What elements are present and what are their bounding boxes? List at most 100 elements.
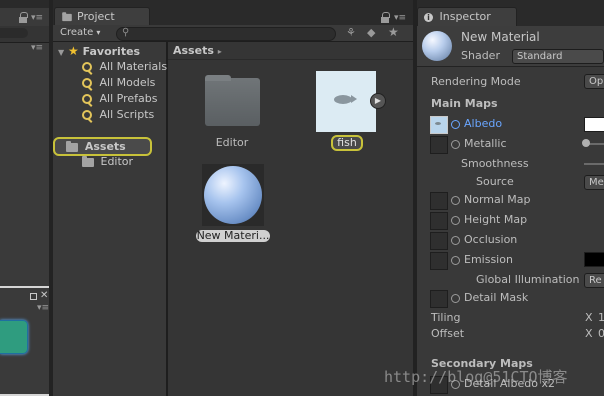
occlusion-row[interactable]: Occlusion: [451, 233, 517, 246]
global-illumination-value: Re: [589, 275, 602, 286]
preview-button[interactable]: [0, 320, 28, 354]
maximize-icon[interactable]: [30, 293, 37, 300]
detail-mask-label: Detail Mask: [464, 291, 529, 304]
folder-icon: [62, 11, 72, 21]
panel-menu-icon[interactable]: ▾≡: [31, 43, 43, 53]
smoothness-slider-track[interactable]: [584, 163, 604, 165]
rendering-mode-dropdown[interactable]: Op: [584, 74, 604, 89]
source-dropdown[interactable]: Me: [584, 175, 604, 190]
favorite-item-models[interactable]: All Models: [82, 76, 155, 89]
create-label: Create: [60, 27, 94, 38]
map-bullet-icon: [451, 293, 460, 303]
search-icon: ⚲: [122, 27, 130, 38]
breadcrumb-label: Assets: [173, 44, 214, 57]
global-illumination-label: Global Illumination: [476, 273, 580, 286]
shader-label: Shader: [461, 49, 500, 62]
tree-item-label: Assets: [84, 140, 126, 153]
offset-label: Offset: [431, 327, 465, 340]
shader-dropdown[interactable]: Standard: [512, 49, 604, 64]
favorite-label: All Materials: [99, 60, 168, 73]
watermark: http://blog@51CTO博客: [384, 368, 568, 386]
map-bullet-icon: [451, 215, 460, 225]
favorite-item-scripts[interactable]: All Scripts: [82, 108, 154, 121]
albedo-color-swatch[interactable]: [584, 117, 604, 132]
favorite-item-materials[interactable]: All Materials: [82, 60, 167, 73]
global-illumination-dropdown[interactable]: Re: [584, 273, 604, 288]
filter-by-label-icon[interactable]: ◆: [367, 26, 375, 39]
offset-x-value[interactable]: 0: [598, 327, 604, 340]
fish-tail-shape: [351, 95, 357, 103]
tree-item-editor[interactable]: Editor: [82, 155, 133, 168]
metallic-row[interactable]: Metallic: [451, 137, 507, 150]
fish-icon: [334, 95, 352, 104]
chevron-down-icon: ▾: [96, 28, 101, 37]
shader-value: Standard: [517, 51, 563, 62]
folder-tab-shape: [205, 75, 231, 81]
height-map-texture-slot[interactable]: [430, 212, 448, 230]
detail-mask-row[interactable]: Detail Mask: [451, 291, 528, 304]
search-filter-icon: [82, 78, 92, 88]
favorite-star-icon[interactable]: ★: [388, 25, 399, 39]
map-bullet-icon: [451, 139, 460, 149]
albedo-row[interactable]: Albedo: [451, 117, 502, 130]
normal-map-label: Normal Map: [464, 193, 531, 206]
emission-row[interactable]: Emission: [451, 253, 513, 266]
panel-menu-icon[interactable]: ▾≡: [394, 13, 406, 23]
folder-icon: [82, 155, 94, 167]
albedo-texture-slot[interactable]: [430, 116, 448, 134]
panel-menu-icon[interactable]: ▾≡: [31, 13, 43, 23]
asset-label: New Materi...: [196, 229, 270, 242]
left-search-field[interactable]: [0, 28, 28, 38]
height-map-row[interactable]: Height Map: [451, 213, 527, 226]
height-map-label: Height Map: [464, 213, 528, 226]
expand-arrow-icon: ▼: [58, 48, 65, 57]
favorites-label: Favorites: [82, 45, 141, 58]
breadcrumb[interactable]: Assets ▸: [173, 44, 222, 57]
favorite-label: All Prefabs: [99, 92, 158, 105]
star-icon: ★: [68, 44, 79, 58]
occlusion-texture-slot[interactable]: [430, 232, 448, 250]
detail-mask-texture-slot[interactable]: [430, 290, 448, 308]
tab-project[interactable]: Project: [54, 7, 150, 26]
search-filter-icon: [82, 110, 92, 120]
emission-color-swatch[interactable]: [584, 252, 604, 267]
tab-inspector[interactable]: i Inspector: [417, 7, 517, 26]
asset-item-fish[interactable]: ▶ fish: [314, 71, 386, 151]
favorite-item-prefabs[interactable]: All Prefabs: [82, 92, 157, 105]
material-name: New Material: [461, 30, 540, 44]
tree-item-assets[interactable]: Assets: [53, 137, 152, 156]
metallic-label: Metallic: [464, 137, 507, 150]
close-icon[interactable]: ✕: [40, 290, 48, 301]
play-icon[interactable]: ▶: [370, 93, 386, 109]
favorites-header[interactable]: ▼ ★ Favorites: [58, 44, 140, 58]
material-sphere-icon: [204, 166, 262, 224]
map-bullet-icon: [451, 235, 460, 245]
tree-item-label: Editor: [100, 155, 134, 168]
search-input[interactable]: ⚲: [116, 27, 336, 41]
asset-item-new-material[interactable]: New Materi...: [196, 164, 272, 244]
occlusion-label: Occlusion: [464, 233, 518, 246]
tiling-x-value[interactable]: 1: [598, 311, 604, 324]
map-bullet-icon: [451, 195, 460, 205]
tiling-label: Tiling: [431, 311, 461, 324]
asset-item-editor[interactable]: Editor: [196, 72, 268, 150]
main-maps-header: Main Maps: [431, 97, 498, 110]
folder-icon: [66, 140, 78, 152]
normal-map-texture-slot[interactable]: [430, 192, 448, 210]
material-sphere-icon: [422, 31, 452, 61]
filter-by-type-icon[interactable]: ⚘: [346, 26, 356, 39]
search-filter-icon: [82, 62, 92, 72]
emission-texture-slot[interactable]: [430, 252, 448, 270]
metallic-texture-slot[interactable]: [430, 136, 448, 154]
rendering-mode-label: Rendering Mode: [431, 75, 521, 88]
smoothness-label: Smoothness: [461, 157, 529, 170]
lock-icon-body: [19, 17, 27, 23]
lock-icon-body: [381, 17, 389, 23]
tab-inspector-label: Inspector: [439, 10, 491, 23]
panel-menu-icon[interactable]: ▾≡: [37, 303, 49, 313]
favorite-label: All Models: [99, 76, 156, 89]
tiling-x-label: X: [585, 311, 593, 324]
metallic-slider-thumb[interactable]: [582, 139, 590, 147]
create-dropdown[interactable]: Create ▾: [60, 27, 100, 38]
normal-map-row[interactable]: Normal Map: [451, 193, 531, 206]
